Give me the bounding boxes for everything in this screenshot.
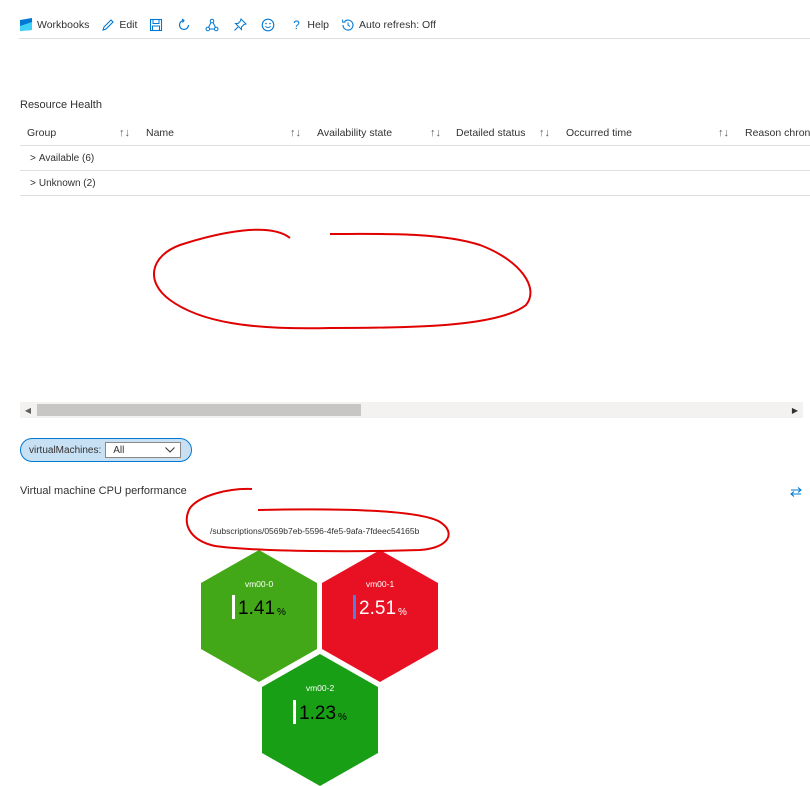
virtual-machines-parameter: virtualMachines: All bbox=[20, 438, 192, 462]
refresh-icon bbox=[179, 18, 190, 31]
metric-unit: % bbox=[277, 607, 286, 618]
scroll-left-icon[interactable]: ◀ bbox=[20, 402, 36, 418]
clock-refresh-icon bbox=[342, 19, 354, 31]
horizontal-scrollbar[interactable]: ◀ ▶ bbox=[20, 402, 803, 418]
resource-health-title: Resource Health bbox=[20, 99, 102, 111]
sort-icon[interactable]: ↑↓ bbox=[290, 121, 301, 145]
toolbar: Workbooks Edit ? Help Auto refresh: Off bbox=[19, 13, 810, 39]
help-button[interactable]: ? Help bbox=[289, 14, 329, 36]
metric-unit: % bbox=[338, 712, 347, 723]
scrollbar-thumb[interactable] bbox=[37, 404, 361, 416]
parameter-label: virtualMachines: bbox=[29, 444, 102, 456]
cpu-metric: 2.51 % bbox=[322, 595, 438, 619]
help-label: Help bbox=[307, 19, 330, 31]
cpu-metric: 1.41 % bbox=[201, 595, 317, 619]
annotation-loop bbox=[185, 487, 450, 553]
metric-unit: % bbox=[398, 607, 407, 618]
metric-indicator-bar bbox=[293, 700, 297, 724]
feedback-button[interactable] bbox=[261, 14, 275, 36]
chevron-down-icon bbox=[165, 443, 176, 457]
workbooks-icon bbox=[20, 18, 32, 31]
subscription-path: /subscriptions/0569b7eb-5596-4fe5-9afa-7… bbox=[210, 526, 420, 536]
cpu-metric: 1.23 % bbox=[262, 700, 378, 724]
auto-refresh-label: Auto refresh: Off bbox=[359, 19, 436, 31]
sort-icon[interactable]: ↑↓ bbox=[539, 121, 550, 145]
pin-icon bbox=[234, 18, 248, 31]
refresh-button[interactable] bbox=[177, 14, 191, 36]
vm-name: vm00-2 bbox=[305, 683, 335, 693]
metric-indicator-bar bbox=[353, 595, 357, 619]
chevron-right-icon[interactable]: > bbox=[30, 153, 36, 164]
resource-health-grid: Group ↑↓ Name ↑↓ Availability state ↑↓ D… bbox=[20, 121, 810, 196]
scroll-right-icon[interactable]: ▶ bbox=[787, 402, 803, 418]
sort-icon[interactable]: ↑↓ bbox=[718, 121, 729, 145]
annotation-loop bbox=[153, 228, 532, 330]
vm-tile[interactable]: vm00-2 1.23 % bbox=[262, 654, 378, 786]
vm-name: vm00-1 bbox=[365, 579, 395, 589]
group-row-unknown[interactable]: > Unknown (2) bbox=[20, 171, 810, 196]
group-row-label: Available (6) bbox=[38, 152, 95, 164]
cpu-performance-title: Virtual machine CPU performance bbox=[20, 485, 187, 497]
column-header-reason-chronicity[interactable]: Reason chron bbox=[745, 121, 810, 145]
chevron-right-icon[interactable]: > bbox=[30, 178, 36, 189]
workbooks-label: Workbooks bbox=[37, 19, 90, 31]
sort-icon[interactable]: ↑↓ bbox=[430, 121, 441, 145]
save-button[interactable] bbox=[149, 14, 163, 36]
vm-name: vm00-0 bbox=[244, 579, 274, 589]
grid-header: Group ↑↓ Name ↑↓ Availability state ↑↓ D… bbox=[20, 121, 810, 146]
column-header-occurred-time[interactable]: Occurred time bbox=[566, 121, 632, 145]
question-icon: ? bbox=[293, 18, 300, 32]
column-header-availability-state[interactable]: Availability state bbox=[317, 121, 392, 145]
pencil-icon bbox=[102, 19, 115, 31]
metric-value: 2.51 bbox=[359, 598, 397, 619]
column-header-detailed-status[interactable]: Detailed status bbox=[456, 121, 525, 145]
save-icon bbox=[150, 18, 163, 32]
sort-icon[interactable]: ↑↓ bbox=[119, 121, 130, 145]
share-icon bbox=[205, 18, 219, 32]
metric-value: 1.41 bbox=[238, 598, 276, 619]
edit-label: Edit bbox=[119, 19, 138, 31]
edit-button[interactable]: Edit bbox=[101, 14, 137, 36]
group-row-label: Unknown (2) bbox=[38, 177, 96, 189]
metric-indicator-bar bbox=[232, 595, 236, 619]
group-row-available[interactable]: > Available (6) bbox=[20, 146, 810, 171]
auto-refresh-button[interactable]: Auto refresh: Off bbox=[341, 14, 436, 36]
smiley-icon bbox=[262, 18, 275, 32]
workbooks-button[interactable]: Workbooks bbox=[19, 14, 89, 36]
column-header-name[interactable]: Name bbox=[146, 121, 174, 145]
metric-value: 1.23 bbox=[299, 703, 337, 724]
virtual-machines-dropdown[interactable]: All bbox=[105, 442, 182, 458]
swap-icon[interactable] bbox=[789, 485, 803, 499]
dropdown-value: All bbox=[113, 444, 125, 456]
pin-button[interactable] bbox=[233, 14, 248, 36]
column-header-group[interactable]: Group bbox=[27, 121, 56, 145]
share-button[interactable] bbox=[205, 14, 219, 36]
